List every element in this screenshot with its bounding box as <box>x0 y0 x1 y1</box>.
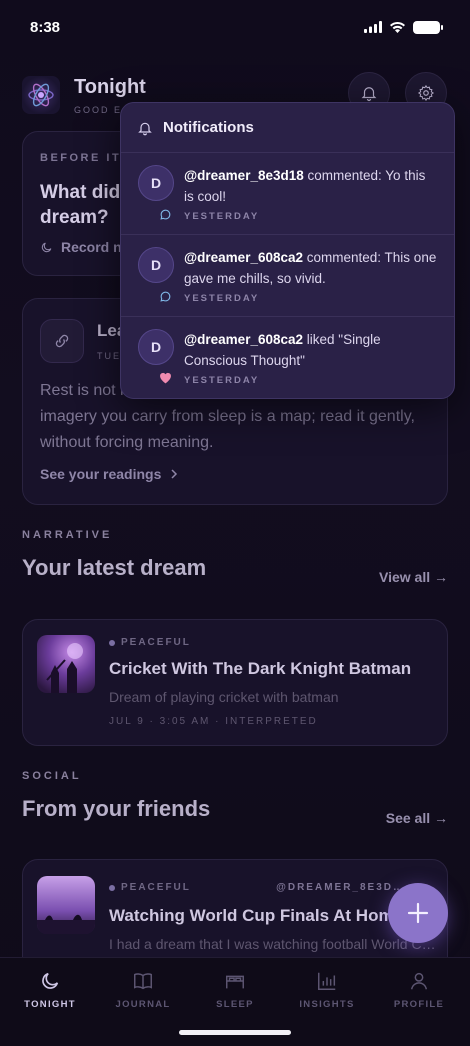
mood-dot <box>109 884 115 891</box>
heart-icon <box>158 371 172 385</box>
chevron-right-icon <box>171 469 178 479</box>
link-icon <box>55 334 69 348</box>
notification-user[interactable]: @dreamer_8e3d18 <box>184 168 304 183</box>
notification-text: @dreamer_608ca2 liked "Single Conscious … <box>184 329 438 371</box>
question-line-1: What did <box>40 182 121 203</box>
friend-dream-mood: PEACEFUL <box>109 882 191 893</box>
bell-icon <box>138 122 152 135</box>
home-indicator[interactable] <box>179 1030 291 1035</box>
dream-description: Dream of playing cricket with batman <box>109 689 339 705</box>
latest-dream-card[interactable]: PEACEFUL Cricket With The Dark Knight Ba… <box>22 619 448 746</box>
battery-icon <box>413 20 443 34</box>
bed-icon <box>226 975 244 989</box>
friend-dream-description: I had a dream that I was watching footba… <box>109 936 436 952</box>
chart-icon <box>318 972 336 990</box>
nav-label: INSIGHTS <box>299 999 355 1010</box>
see-all-link[interactable]: See all → <box>386 810 448 826</box>
comment-icon <box>158 289 172 303</box>
status-time: 8:38 <box>30 18 61 36</box>
reading-icon-box <box>40 319 84 363</box>
see-readings-link[interactable]: See your readings <box>40 466 179 482</box>
dream-thumbnail <box>37 635 95 693</box>
plus-icon <box>407 902 429 924</box>
notification-user[interactable]: @dreamer_608ca2 <box>184 250 303 265</box>
add-dream-button[interactable] <box>388 883 448 943</box>
mood-label: PEACEFUL <box>121 637 191 648</box>
nav-label: TONIGHT <box>24 999 76 1010</box>
notification-user[interactable]: @dreamer_608ca2 <box>184 332 303 347</box>
dream-title: Cricket With The Dark Knight Batman <box>109 659 412 678</box>
reading-line-2: imagery you carry from sleep is a map; r… <box>40 408 415 425</box>
narrative-eyebrow: NARRATIVE <box>22 529 113 541</box>
notification-item[interactable]: D @dreamer_608ca2 liked "Single Consciou… <box>121 317 454 398</box>
notification-time: YESTERDAY <box>184 211 260 222</box>
nav-label: SLEEP <box>216 999 254 1010</box>
nav-tonight[interactable]: TONIGHT <box>10 970 90 1010</box>
nav-label: PROFILE <box>393 999 445 1010</box>
view-all-link[interactable]: View all → <box>379 569 448 585</box>
page-title: Tonight <box>74 75 146 98</box>
bell-icon <box>361 87 377 102</box>
nav-sleep[interactable]: SLEEP <box>195 970 275 1010</box>
social-title: From your friends <box>22 796 211 821</box>
social-eyebrow: SOCIAL <box>22 770 82 782</box>
notification-time: YESTERDAY <box>184 293 260 304</box>
notification-time: YESTERDAY <box>184 375 260 386</box>
moon-icon <box>41 242 52 252</box>
popover-title: Notifications <box>163 119 254 136</box>
avatar: D <box>138 165 174 201</box>
before-question: What did dream? <box>40 180 120 230</box>
signal-icon <box>364 21 382 33</box>
nav-profile[interactable]: PROFILE <box>379 970 459 1010</box>
question-line-2: dream? <box>40 207 109 228</box>
status-icons <box>364 20 443 34</box>
avatar: D <box>138 329 174 365</box>
record-label: Record n <box>61 239 122 255</box>
mood-dot <box>109 639 115 646</box>
nav-insights[interactable]: INSIGHTS <box>287 970 367 1010</box>
notification-item[interactable]: D @dreamer_8e3d18 commented: Yo this is … <box>121 153 454 235</box>
record-link[interactable]: Record n <box>40 239 122 255</box>
narrative-title: Your latest dream <box>22 555 207 580</box>
popover-header: Notifications <box>121 103 454 153</box>
atom-icon <box>28 83 54 107</box>
wifi-icon <box>390 21 405 33</box>
friend-dream-title: Watching World Cup Finals At Home <box>109 906 404 925</box>
dream-mood: PEACEFUL <box>109 637 191 648</box>
notification-text: @dreamer_608ca2 commented: This one gave… <box>184 247 438 289</box>
gear-icon <box>417 84 435 102</box>
status-bar: 8:38 <box>0 0 470 54</box>
friend-username[interactable]: @DREAMER_8E3D… <box>276 882 405 893</box>
book-icon <box>134 973 152 990</box>
app-logo <box>22 76 60 114</box>
see-readings-label: See your readings <box>40 466 162 482</box>
nav-label: JOURNAL <box>115 999 171 1010</box>
friend-dream-thumbnail <box>37 876 95 934</box>
dream-meta: JUL 9 · 3:05 AM · INTERPRETED <box>109 716 318 727</box>
nav-journal[interactable]: JOURNAL <box>103 970 183 1010</box>
person-icon <box>410 972 428 990</box>
notification-text: @dreamer_8e3d18 commented: Yo this is co… <box>184 165 438 207</box>
comment-icon <box>158 207 172 221</box>
avatar: D <box>138 247 174 283</box>
moon-icon <box>42 972 59 989</box>
notification-item[interactable]: D @dreamer_608ca2 commented: This one ga… <box>121 235 454 317</box>
notifications-popover: Notifications D @dreamer_8e3d18 commente… <box>120 102 455 399</box>
mood-label: PEACEFUL <box>121 882 191 893</box>
reading-line-3: without forcing meaning. <box>40 434 214 451</box>
